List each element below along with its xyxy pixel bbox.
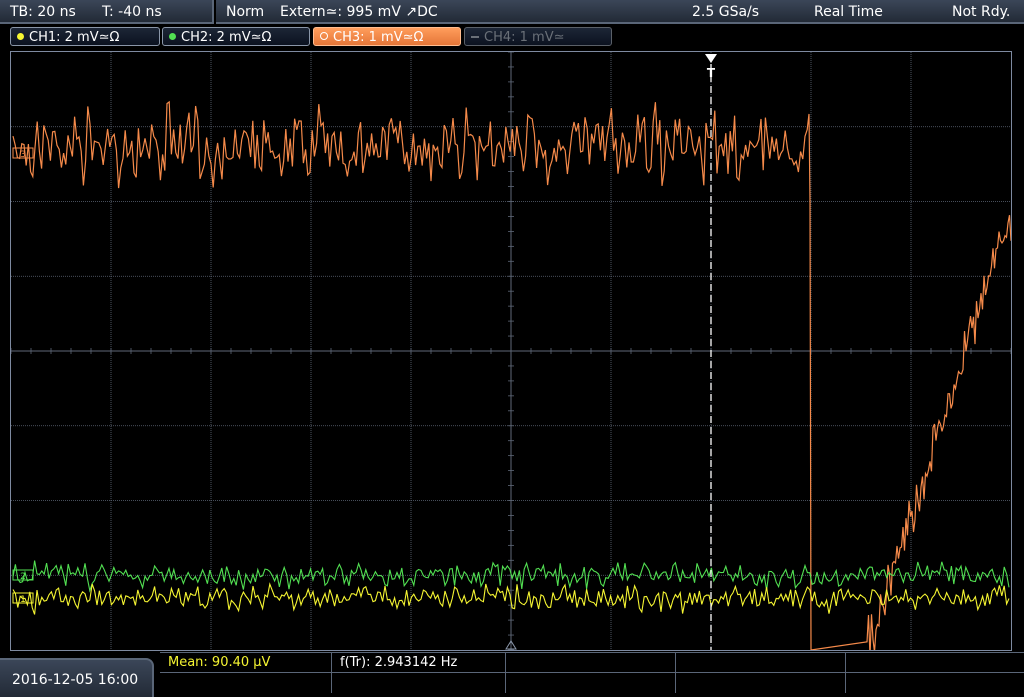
sample-rate-label: 2.5 GSa/s bbox=[692, 4, 760, 20]
channel-4-button[interactable]: CH4: 1 mV≃ bbox=[464, 27, 612, 46]
channel-2-dot-icon bbox=[169, 33, 176, 40]
datetime-box: 2016-12-05 16:00 bbox=[0, 658, 154, 697]
trigger-offset-label: T: -40 ns bbox=[102, 4, 162, 20]
measurement-slot-4[interactable] bbox=[676, 653, 846, 673]
channel-1-label: CH1: 2 mV≃Ω bbox=[29, 30, 120, 45]
channel-3-label: CH3: 1 mV≃Ω bbox=[333, 30, 424, 45]
measurement-slot-8[interactable] bbox=[506, 673, 676, 693]
trigger-marker-label: T bbox=[707, 66, 716, 80]
measurement-slot-7[interactable] bbox=[332, 673, 506, 693]
channel-3-dot-icon bbox=[320, 32, 328, 40]
channel-2-button[interactable]: CH2: 2 mV≃Ω bbox=[162, 27, 310, 46]
datetime-label: 2016-12-05 16:00 bbox=[12, 672, 139, 688]
channel-1-button[interactable]: CH1: 2 mV≃Ω bbox=[10, 27, 160, 46]
channel-bar: CH1: 2 mV≃Ω CH2: 2 mV≃Ω CH3: 1 mV≃Ω CH4:… bbox=[0, 26, 1024, 48]
channel-3-marker-label: 3 bbox=[20, 150, 26, 160]
top-bar: TB: 20 ns T: -40 ns Norm Extern≃: 995 mV… bbox=[0, 0, 1024, 24]
measurement-slot-10[interactable] bbox=[846, 673, 1024, 693]
measurement-slot-6[interactable] bbox=[160, 673, 332, 693]
channel-3-trace bbox=[12, 100, 1011, 650]
channel-3-button[interactable]: CH3: 1 mV≃Ω bbox=[313, 27, 461, 46]
timebase-box[interactable]: TB: 20 ns T: -40 ns bbox=[0, 0, 214, 24]
channel-2-label: CH2: 2 mV≃Ω bbox=[181, 30, 272, 45]
mean-measurement[interactable]: Mean: 90.40 µV bbox=[160, 653, 332, 673]
waveform-canvas: T 3 2 1 bbox=[11, 52, 1011, 650]
acquisition-status-bar[interactable]: Norm Extern≃: 995 mV ↗DC 2.5 GSa/s Real … bbox=[216, 0, 1024, 24]
measurement-slot-9[interactable] bbox=[676, 673, 846, 693]
acquisition-status-label: Not Rdy. bbox=[952, 4, 1011, 20]
channel-2-marker-label: 2 bbox=[20, 572, 26, 582]
measurement-table[interactable]: Mean: 90.40 µV f(Tr): 2.943142 Hz bbox=[160, 652, 1024, 696]
acquisition-mode-label: Real Time bbox=[814, 4, 883, 20]
channel-1-marker-label: 1 bbox=[20, 595, 26, 605]
measurement-slot-3[interactable] bbox=[506, 653, 676, 673]
channel-2-ground-marker[interactable]: 2 bbox=[12, 569, 34, 582]
trigger-arrow-icon[interactable] bbox=[705, 54, 717, 63]
channel-4-label: CH4: 1 mV≃ bbox=[484, 30, 565, 45]
channel-4-off-icon bbox=[471, 36, 479, 38]
bottom-bar: 2016-12-05 16:00 Mean: 90.40 µV f(Tr): 2… bbox=[0, 652, 1024, 697]
measurement-slot-5[interactable] bbox=[846, 653, 1024, 673]
timebase-label: TB: 20 ns bbox=[10, 4, 76, 20]
trigger-source-label: Extern≃: 995 mV ↗DC bbox=[280, 4, 438, 20]
channel-1-dot-icon bbox=[17, 33, 24, 40]
trigger-frequency-measurement[interactable]: f(Tr): 2.943142 Hz bbox=[332, 653, 506, 673]
trigger-mode-label: Norm bbox=[226, 4, 265, 20]
waveform-display[interactable]: T 3 2 1 bbox=[10, 51, 1012, 651]
